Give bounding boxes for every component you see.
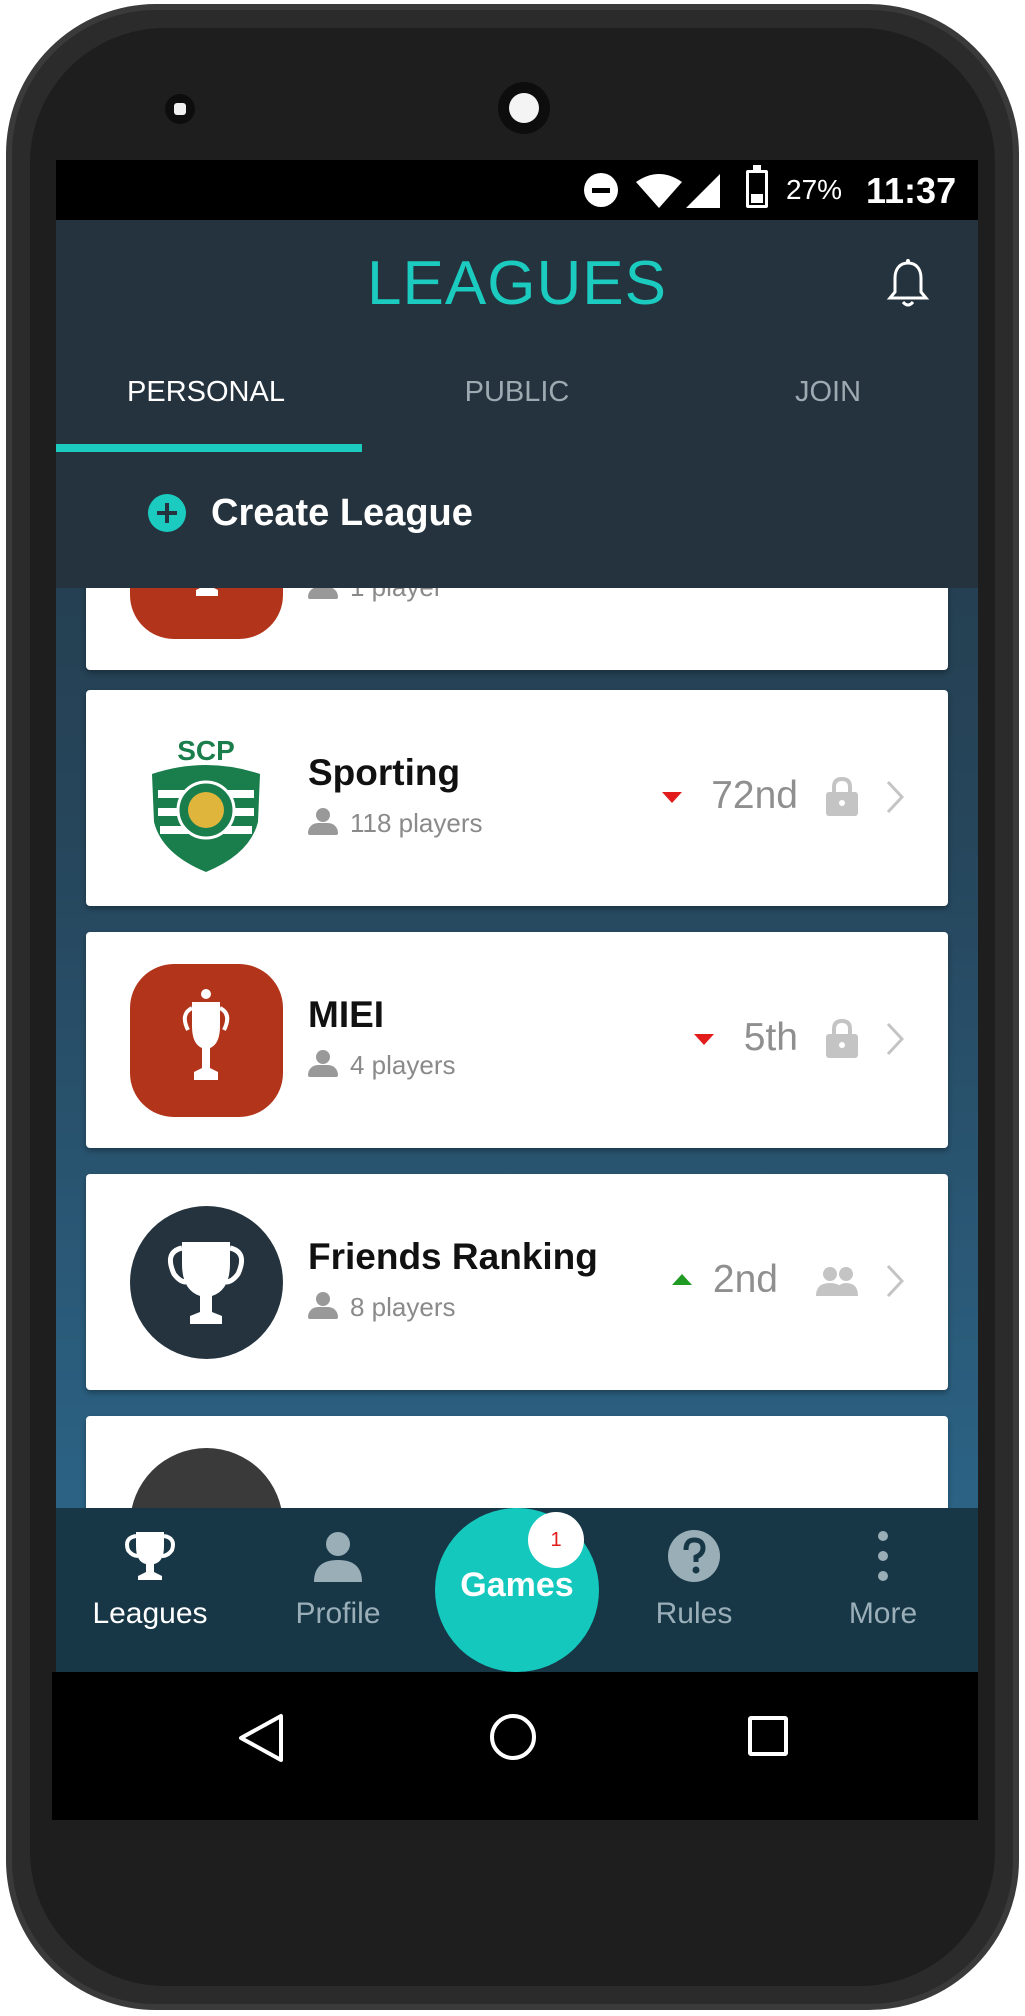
system-nav-bar — [52, 1672, 978, 1820]
bottom-nav: Leagues Profile Games 1 Rules More — [56, 1508, 978, 1672]
chevron-right-icon — [886, 1264, 904, 1298]
trophy-icon — [167, 1242, 245, 1324]
wifi-icon — [636, 174, 682, 208]
league-rank: 72nd — [711, 774, 798, 817]
chevron-right-icon — [886, 1022, 904, 1056]
games-label: Games — [460, 1566, 574, 1604]
back-icon[interactable] — [237, 1712, 285, 1764]
create-league-label: Create League — [211, 492, 473, 534]
league-card[interactable]: 1 player 1st — [86, 588, 948, 670]
person-icon — [308, 808, 338, 836]
tab-bar: PERSONAL PUBLIC JOIN — [56, 340, 978, 452]
group-icon — [816, 1267, 858, 1296]
league-name: MIEI — [308, 994, 385, 1035]
league-card[interactable]: MIEI 4 players 5th — [86, 932, 948, 1148]
person-icon — [308, 1292, 338, 1320]
clock: 11:37 — [866, 170, 957, 211]
league-avatar — [130, 1206, 283, 1359]
league-avatar — [130, 964, 283, 1117]
nav-label: Leagues — [92, 1597, 208, 1630]
recents-icon[interactable] — [748, 1716, 788, 1756]
league-rank: 2nd — [712, 1258, 778, 1301]
person-icon — [308, 588, 338, 600]
signal-icon — [686, 174, 720, 208]
league-list[interactable]: 1 player 1st SCP Sporting 118 players — [56, 588, 978, 1508]
player-count: 118 players — [350, 808, 483, 838]
nav-rules[interactable]: Rules — [614, 1528, 774, 1631]
app-screen: 27% 11:37 LEAGUES PERSONAL PUBLIC JOIN C… — [56, 160, 978, 1672]
league-name: Sporting — [308, 752, 461, 793]
help-icon — [668, 1530, 720, 1582]
trophy-icon — [125, 1532, 175, 1580]
trophy-icon — [182, 989, 230, 1080]
person-icon — [314, 1532, 362, 1582]
lock-icon — [826, 776, 858, 816]
tab-join[interactable]: JOIN — [678, 376, 978, 409]
tab-personal[interactable]: PERSONAL — [56, 376, 356, 409]
battery-percent: 27% — [786, 174, 843, 205]
tab-public[interactable]: PUBLIC — [367, 376, 667, 409]
nav-label: Profile — [295, 1597, 381, 1630]
league-card[interactable]: SCP Sporting 118 players 72nd — [86, 690, 948, 906]
league-avatar — [130, 1448, 283, 1508]
scp-crest-logo: SCP — [152, 735, 260, 872]
proximity-sensor — [165, 94, 195, 124]
league-players: 4 players — [308, 1050, 456, 1081]
league-players: 1 player — [308, 588, 443, 603]
more-vert-icon — [878, 1531, 888, 1581]
league-avatar: SCP — [130, 722, 283, 875]
nav-label: More — [848, 1597, 918, 1630]
crest-text: SCP — [177, 735, 235, 766]
home-icon[interactable] — [490, 1714, 536, 1760]
player-count: 1 player — [350, 588, 443, 602]
app-header: LEAGUES — [56, 220, 978, 340]
nav-profile[interactable]: Profile — [258, 1528, 418, 1631]
do-not-disturb-icon — [584, 173, 618, 207]
nav-more[interactable]: More — [803, 1528, 963, 1631]
battery-icon — [746, 165, 768, 208]
tab-indicator — [56, 444, 362, 452]
nav-leagues[interactable]: Leagues — [70, 1528, 230, 1631]
player-count: 4 players — [350, 1050, 456, 1080]
chevron-right-icon — [886, 780, 904, 814]
person-icon — [308, 1050, 338, 1078]
page-title: LEAGUES — [367, 249, 667, 318]
notification-badge: 1 — [528, 1512, 584, 1568]
nav-label: Rules — [655, 1597, 733, 1630]
league-name: Friends Ranking — [308, 1236, 598, 1277]
league-card[interactable]: Friends Ranking 8 players 2nd — [86, 1174, 948, 1390]
league-card[interactable] — [86, 1416, 948, 1508]
bell-icon[interactable] — [886, 258, 930, 310]
league-players: 118 players — [308, 808, 483, 839]
league-rank: 5th — [743, 1016, 798, 1059]
trophy-icon — [196, 588, 218, 596]
badge-count: 1 — [550, 1529, 562, 1551]
league-players: 8 players — [308, 1292, 456, 1323]
league-avatar — [130, 588, 283, 639]
status-bar: 27% 11:37 — [56, 160, 978, 220]
front-camera — [498, 82, 550, 134]
lock-icon — [826, 1018, 858, 1058]
player-count: 8 players — [350, 1292, 456, 1322]
create-league-button[interactable]: Create League — [56, 452, 978, 588]
add-circle-icon — [148, 494, 186, 532]
